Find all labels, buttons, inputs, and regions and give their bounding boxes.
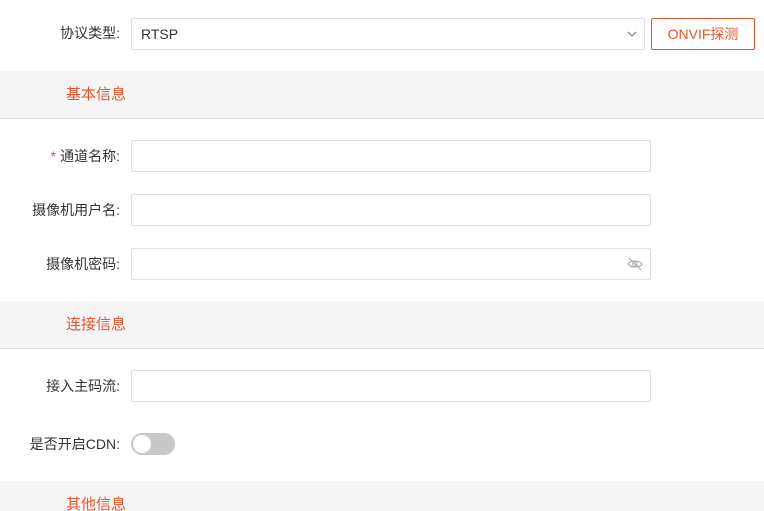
protocol-type-value: RTSP [141,26,179,42]
channel-name-label: * 通道名称: [51,146,120,166]
main-stream-label: 接入主码流: [46,378,120,394]
cdn-label: 是否开启CDN: [29,436,120,452]
channel-name-input[interactable] [131,140,651,172]
camera-password-label: 摄像机密码: [46,256,120,272]
protocol-type-select[interactable]: RTSP [131,18,645,50]
section-connection-info-title: 连接信息 [66,316,127,333]
camera-password-input[interactable] [131,248,651,280]
section-other-info-title: 其他信息 [66,496,127,511]
required-mark: * [50,148,57,164]
eye-off-icon[interactable] [626,256,644,272]
protocol-type-label: 协议类型: [60,25,120,41]
channel-form: 协议类型: RTSP ONVIF探测 基本信息 * 通道名称: 摄像机用户名: 摄… [0,0,764,511]
cdn-toggle[interactable] [131,433,175,455]
chevron-down-icon [627,31,637,37]
section-connection-info: 连接信息 [0,301,764,349]
section-basic-info-title: 基本信息 [66,86,127,103]
camera-username-label: 摄像机用户名: [32,202,120,218]
section-basic-info: 基本信息 [0,71,764,119]
onvif-probe-button[interactable]: ONVIF探测 [651,18,755,50]
cdn-toggle-knob [133,435,151,453]
camera-username-input[interactable] [131,194,651,226]
section-other-info: 其他信息 [0,481,764,511]
main-stream-input[interactable] [131,370,651,402]
channel-name-label-text: 通道名称: [60,148,120,164]
